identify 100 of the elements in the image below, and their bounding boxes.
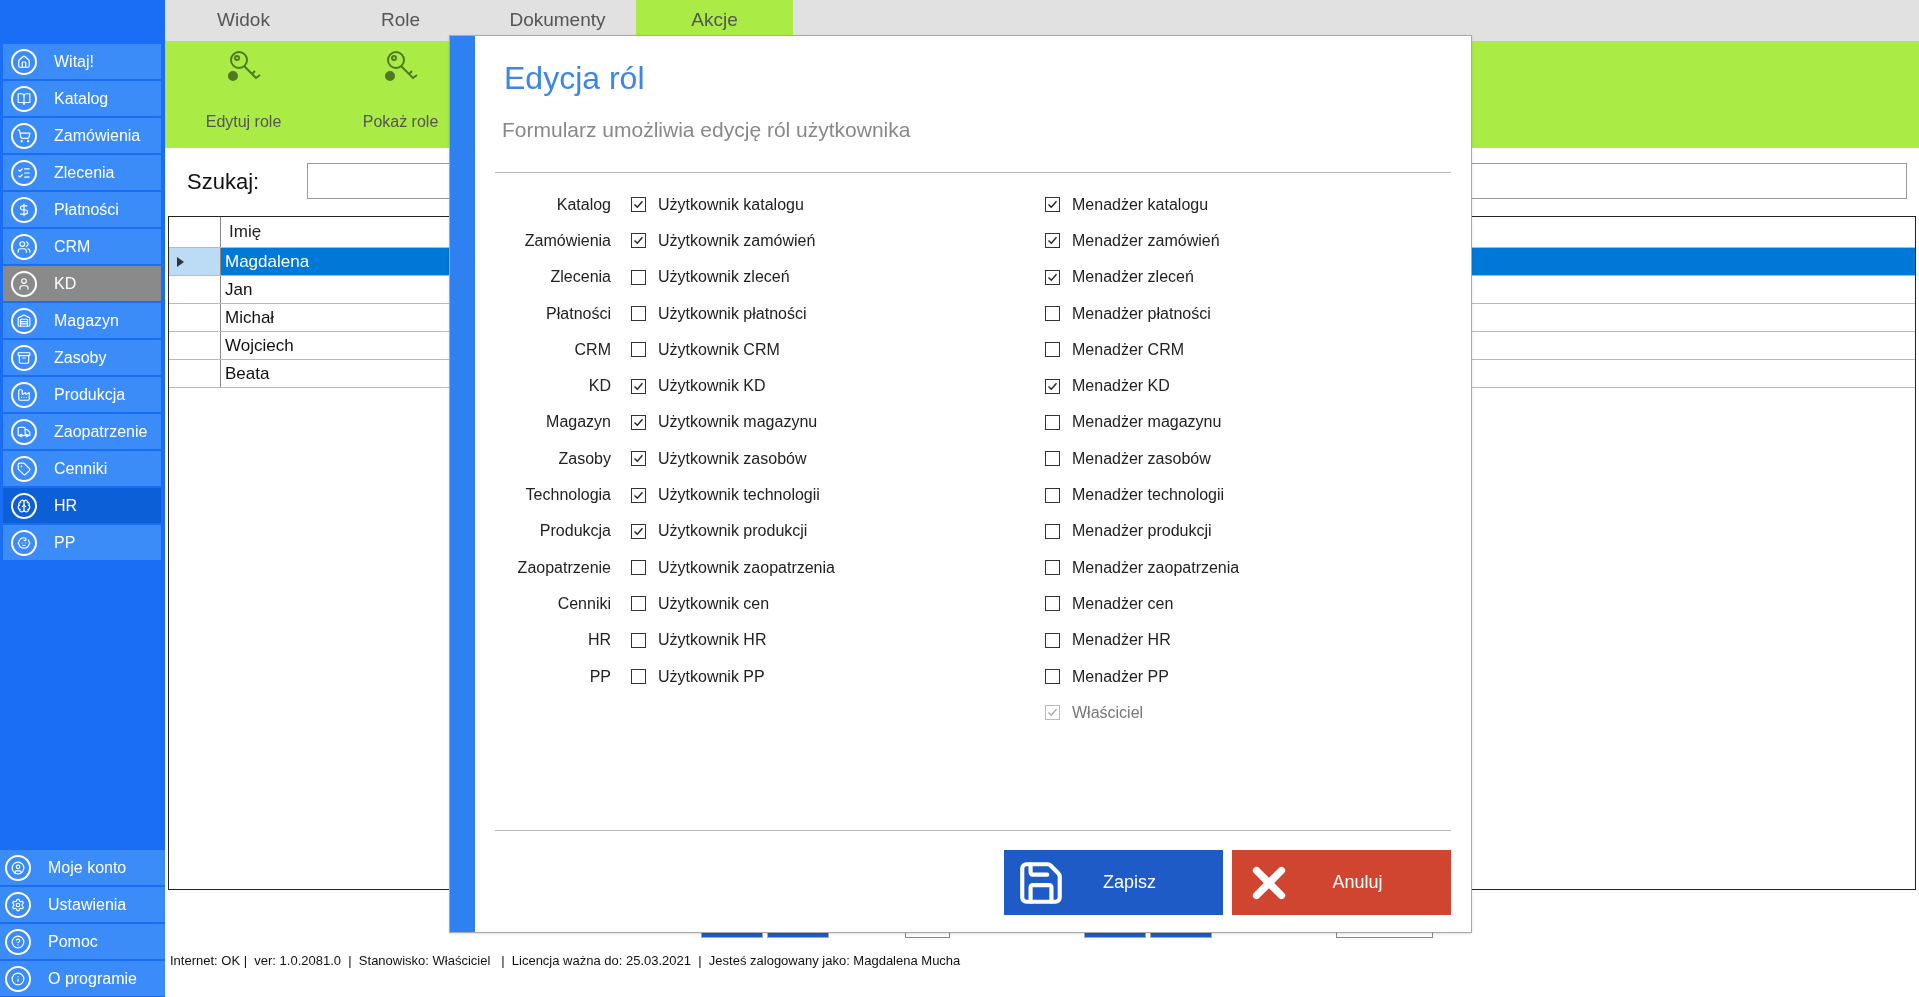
module-label: Zamówienia bbox=[523, 230, 611, 251]
tag-icon bbox=[11, 455, 37, 482]
checkbox[interactable] bbox=[631, 669, 646, 684]
checkbox[interactable] bbox=[631, 233, 646, 249]
check-icon bbox=[633, 453, 644, 465]
stroller-icon bbox=[11, 529, 37, 556]
dialog-subtitle: Formularz umożliwia edycję ról użytkownika bbox=[502, 117, 912, 143]
role-option[interactable]: Użytkownik technologii bbox=[631, 483, 1045, 507]
sidebar-item[interactable]: HR bbox=[3, 488, 161, 523]
checkbox[interactable] bbox=[1045, 414, 1060, 430]
checkbox[interactable] bbox=[631, 451, 646, 467]
role-option[interactable]: Użytkownik zamówień bbox=[631, 228, 1045, 253]
checkbox[interactable] bbox=[1045, 378, 1060, 394]
role-option[interactable]: Menadżer zamówień bbox=[1045, 228, 1220, 253]
module-label: Technologia bbox=[524, 485, 611, 505]
role-option[interactable]: Użytkownik zleceń bbox=[631, 265, 1045, 290]
checkbox[interactable] bbox=[1045, 523, 1060, 539]
checkbox[interactable] bbox=[631, 197, 646, 213]
help-icon bbox=[5, 928, 31, 955]
module-label: KD bbox=[587, 376, 611, 397]
role-option[interactable]: Menadżer katalogu bbox=[1045, 192, 1209, 217]
checkbox[interactable] bbox=[1045, 669, 1060, 684]
check-icon bbox=[1047, 707, 1058, 719]
truck-icon bbox=[11, 418, 37, 445]
role-option[interactable]: Użytkownik magazynu bbox=[631, 410, 1045, 435]
checkbox[interactable] bbox=[631, 487, 646, 503]
module-label: Magazyn bbox=[545, 412, 611, 433]
role-option[interactable]: Menadżer KD bbox=[1045, 374, 1170, 399]
user-icon bbox=[11, 270, 37, 297]
checkbox[interactable] bbox=[631, 378, 646, 394]
module-label: Katalog bbox=[555, 194, 611, 215]
checkbox[interactable] bbox=[1045, 233, 1060, 249]
module-label: Produkcja bbox=[538, 521, 611, 542]
check-icon bbox=[1047, 235, 1058, 247]
check-icon bbox=[633, 489, 644, 501]
checkbox[interactable] bbox=[1045, 487, 1060, 503]
checkbox[interactable] bbox=[631, 632, 646, 648]
module-label: Zlecenia bbox=[549, 267, 611, 288]
checkbox[interactable] bbox=[1045, 269, 1060, 285]
role-option[interactable]: Użytkownik KD bbox=[631, 374, 1045, 399]
checkbox[interactable] bbox=[1045, 342, 1060, 358]
settings-icon bbox=[5, 891, 31, 918]
checkbox[interactable] bbox=[1045, 632, 1060, 648]
module-label: Zasoby bbox=[557, 448, 611, 469]
search-label: Szukaj: bbox=[187, 167, 261, 196]
role-option[interactable]: Użytkownik zaopatrzenia bbox=[631, 555, 1045, 580]
home-icon bbox=[11, 48, 37, 75]
dialog-title: Edycja ról bbox=[504, 59, 646, 98]
checkbox[interactable] bbox=[631, 269, 646, 285]
role-option[interactable]: Użytkownik płatności bbox=[631, 301, 1045, 326]
role-option[interactable]: Użytkownik PP bbox=[631, 664, 1045, 689]
role-option[interactable]: Użytkownik CRM bbox=[631, 337, 1045, 362]
role-option[interactable]: Menadżer technologii bbox=[1045, 483, 1225, 507]
module-label: HR bbox=[586, 630, 611, 651]
checkbox[interactable] bbox=[631, 306, 646, 322]
role-option[interactable]: Użytkownik HR bbox=[631, 628, 1045, 653]
checkbox[interactable] bbox=[631, 414, 646, 430]
role-option[interactable]: Menadżer HR bbox=[1045, 628, 1171, 653]
checkbox[interactable] bbox=[1045, 451, 1060, 467]
checkbox[interactable] bbox=[631, 596, 646, 612]
check-icon bbox=[633, 199, 644, 211]
head-icon bbox=[11, 492, 37, 519]
checkbox[interactable] bbox=[1045, 596, 1060, 612]
role-option[interactable]: Użytkownik zasobów bbox=[631, 446, 1045, 471]
save-button[interactable]: Zapisz bbox=[1004, 850, 1223, 915]
checkbox[interactable] bbox=[631, 523, 646, 539]
checkbox[interactable] bbox=[1045, 197, 1060, 213]
checkbox[interactable] bbox=[1045, 306, 1060, 322]
role-option[interactable]: Menadżer cen bbox=[1045, 591, 1174, 616]
role-option[interactable]: Menadżer płatności bbox=[1045, 301, 1211, 326]
module-label: PP bbox=[588, 666, 611, 687]
checkbox[interactable] bbox=[1045, 560, 1060, 576]
role-option[interactable]: Menadżer produkcji bbox=[1045, 519, 1212, 544]
module-label: Zaopatrzenie bbox=[516, 557, 611, 578]
box-icon bbox=[11, 344, 37, 371]
role-option[interactable]: Użytkownik katalogu bbox=[631, 192, 1045, 217]
role-option[interactable]: Menadżer PP bbox=[1045, 664, 1169, 689]
role-option[interactable]: Użytkownik produkcji bbox=[631, 519, 1045, 544]
warehouse-icon bbox=[11, 307, 37, 334]
role-option[interactable]: Menadżer zasobów bbox=[1045, 446, 1211, 471]
check-icon bbox=[633, 525, 644, 537]
role-option[interactable]: Menadżer zleceń bbox=[1045, 265, 1194, 290]
role-option[interactable]: Menadżer zaopatrzenia bbox=[1045, 555, 1240, 580]
checkbox[interactable] bbox=[631, 342, 646, 358]
list-icon bbox=[11, 159, 37, 186]
tab[interactable]: Widok bbox=[165, 0, 322, 41]
role-option[interactable]: Użytkownik cen bbox=[631, 591, 1045, 616]
role-option[interactable]: Menadżer magazynu bbox=[1045, 410, 1222, 435]
row-header[interactable] bbox=[169, 248, 221, 275]
user-icon bbox=[5, 854, 31, 881]
tab[interactable]: Role bbox=[322, 0, 479, 41]
toolbar-button[interactable]: Pokaż role bbox=[322, 41, 479, 148]
role-option[interactable]: Menadżer CRM bbox=[1045, 337, 1185, 362]
checkbox[interactable] bbox=[631, 560, 646, 576]
toolbar-button[interactable]: Edytuj role bbox=[165, 41, 322, 148]
cancel-button[interactable]: Anuluj bbox=[1232, 850, 1451, 915]
check-icon bbox=[633, 416, 644, 428]
info-icon bbox=[5, 965, 31, 992]
users-icon bbox=[11, 233, 37, 260]
check-icon bbox=[633, 380, 644, 392]
